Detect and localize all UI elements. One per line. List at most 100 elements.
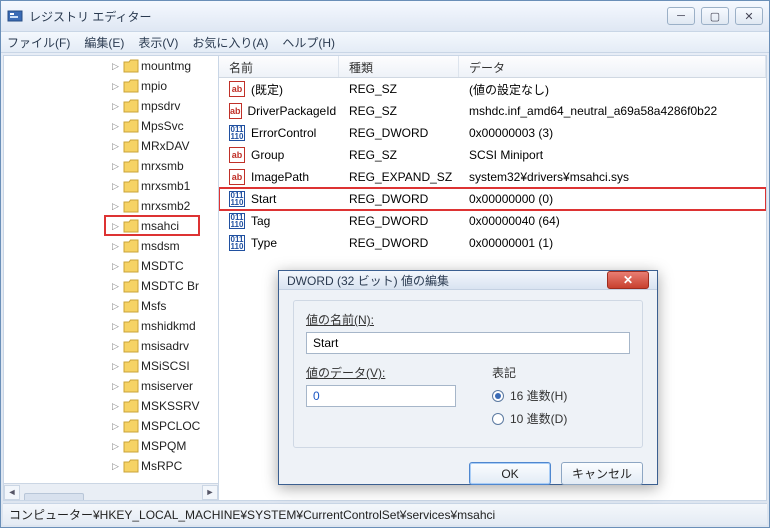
scroll-thumb[interactable] bbox=[24, 493, 84, 500]
tree-item[interactable]: ▷MRxDAV bbox=[4, 136, 218, 156]
expand-icon[interactable]: ▷ bbox=[110, 441, 121, 452]
value-data: SCSI Miniport bbox=[459, 148, 766, 162]
string-value-icon: ab bbox=[229, 103, 242, 119]
list-row[interactable]: 011110TypeREG_DWORD0x00000001 (1) bbox=[219, 232, 766, 254]
menu-help[interactable]: ヘルプ(H) bbox=[282, 34, 335, 51]
expand-icon[interactable]: ▷ bbox=[110, 381, 121, 392]
folder-icon bbox=[123, 419, 139, 433]
expand-icon[interactable]: ▷ bbox=[110, 221, 121, 232]
expand-icon[interactable]: ▷ bbox=[110, 321, 121, 332]
value-name: Type bbox=[251, 236, 277, 250]
menu-edit[interactable]: 編集(E) bbox=[84, 34, 124, 51]
radix-dec-label: 10 進数(D) bbox=[510, 410, 567, 427]
menu-file[interactable]: ファイル(F) bbox=[7, 34, 70, 51]
expand-icon[interactable]: ▷ bbox=[110, 461, 121, 472]
expand-icon[interactable]: ▷ bbox=[110, 101, 121, 112]
value-data-label: 値のデータ(V): bbox=[306, 364, 456, 381]
radix-hex-label: 16 進数(H) bbox=[510, 387, 567, 404]
folder-icon bbox=[123, 259, 139, 273]
tree-item[interactable]: ▷mrxsmb2 bbox=[4, 196, 218, 216]
value-data: 0x00000040 (64) bbox=[459, 214, 766, 228]
expand-icon[interactable]: ▷ bbox=[110, 81, 121, 92]
expand-icon[interactable]: ▷ bbox=[110, 201, 121, 212]
maximize-button[interactable]: ▢ bbox=[701, 7, 729, 25]
expand-icon[interactable]: ▷ bbox=[110, 401, 121, 412]
expand-icon[interactable]: ▷ bbox=[110, 361, 121, 372]
col-header-data[interactable]: データ bbox=[459, 56, 766, 77]
expand-icon[interactable]: ▷ bbox=[110, 121, 121, 132]
menu-favorites[interactable]: お気に入り(A) bbox=[192, 34, 268, 51]
scroll-left-button[interactable]: ◄ bbox=[4, 485, 20, 500]
dialog-group: 値の名前(N): 値のデータ(V): 表記 16 進数(H) bbox=[293, 300, 643, 448]
tree-item[interactable]: ▷ MSiSCSI bbox=[4, 356, 218, 376]
expand-icon[interactable]: ▷ bbox=[110, 181, 121, 192]
list-row[interactable]: abDriverPackageIdREG_SZmshdc.inf_amd64_n… bbox=[219, 100, 766, 122]
tree-h-scrollbar[interactable]: ◄ ► bbox=[4, 483, 218, 500]
radix-hex-option[interactable]: 16 進数(H) bbox=[492, 387, 630, 404]
minimize-button[interactable]: ─ bbox=[667, 7, 695, 25]
tree-item[interactable]: ▷ MSDTC bbox=[4, 256, 218, 276]
expand-icon[interactable]: ▷ bbox=[110, 241, 121, 252]
tree-item-label: MSPQM bbox=[141, 439, 186, 453]
value-data-input[interactable] bbox=[306, 385, 456, 407]
ok-button[interactable]: OK bbox=[469, 462, 551, 485]
list-row[interactable]: 011110StartREG_DWORD0x00000000 (0) bbox=[219, 188, 766, 210]
menu-view[interactable]: 表示(V) bbox=[138, 34, 178, 51]
expand-icon[interactable]: ▷ bbox=[110, 301, 121, 312]
tree-item[interactable]: ▷mshidkmd bbox=[4, 316, 218, 336]
tree-item[interactable]: ▷ Msfs bbox=[4, 296, 218, 316]
value-name: Start bbox=[251, 192, 276, 206]
tree-item[interactable]: ▷mpio bbox=[4, 76, 218, 96]
tree-item[interactable]: ▷mrxsmb bbox=[4, 156, 218, 176]
value-name: (既定) bbox=[251, 81, 283, 98]
value-type: REG_SZ bbox=[339, 148, 459, 162]
value-type: REG_SZ bbox=[339, 104, 459, 118]
expand-icon[interactable]: ▷ bbox=[110, 61, 121, 72]
list-row[interactable]: abImagePathREG_EXPAND_SZsystem32¥drivers… bbox=[219, 166, 766, 188]
list-row[interactable]: 011110ErrorControlREG_DWORD0x00000003 (3… bbox=[219, 122, 766, 144]
tree-item[interactable]: ▷MsRPC bbox=[4, 456, 218, 476]
folder-icon bbox=[123, 179, 139, 193]
expand-icon[interactable]: ▷ bbox=[110, 161, 121, 172]
radio-hex-icon bbox=[492, 390, 504, 402]
tree-item[interactable]: ▷MpsSvc bbox=[4, 116, 218, 136]
value-data: system32¥drivers¥msahci.sys bbox=[459, 170, 766, 184]
tree-item[interactable]: ▷mrxsmb1 bbox=[4, 176, 218, 196]
tree-item-label: MSDTC bbox=[141, 259, 184, 273]
value-name-input[interactable] bbox=[306, 332, 630, 354]
folder-icon bbox=[123, 199, 139, 213]
expand-icon[interactable]: ▷ bbox=[110, 421, 121, 432]
radix-dec-option[interactable]: 10 進数(D) bbox=[492, 410, 630, 427]
cancel-button[interactable]: キャンセル bbox=[561, 462, 643, 485]
value-name: ImagePath bbox=[251, 170, 309, 184]
scroll-right-button[interactable]: ► bbox=[202, 485, 218, 500]
col-header-type[interactable]: 種類 bbox=[339, 56, 459, 77]
registry-editor-window: レジストリ エディター ─ ▢ ✕ ファイル(F) 編集(E) 表示(V) お気… bbox=[0, 0, 770, 528]
dialog-close-button[interactable]: ✕ bbox=[607, 271, 649, 289]
expand-icon[interactable]: ▷ bbox=[110, 141, 121, 152]
list-row[interactable]: 011110TagREG_DWORD0x00000040 (64) bbox=[219, 210, 766, 232]
tree-item-label: msahci bbox=[141, 219, 179, 233]
value-data: (値の設定なし) bbox=[459, 81, 766, 98]
tree-item[interactable]: ▷MSPCLOC bbox=[4, 416, 218, 436]
tree[interactable]: ▷mountmg▷mpio▷mpsdrv▷MpsSvc▷MRxDAV▷mrxsm… bbox=[4, 56, 218, 482]
tree-item[interactable]: ▷msisadrv bbox=[4, 336, 218, 356]
list-row[interactable]: ab(既定)REG_SZ(値の設定なし) bbox=[219, 78, 766, 100]
tree-item[interactable]: ▷mountmg bbox=[4, 56, 218, 76]
tree-item[interactable]: ▷msdsm bbox=[4, 236, 218, 256]
tree-item-label: MSiSCSI bbox=[141, 359, 190, 373]
list-row[interactable]: abGroupREG_SZSCSI Miniport bbox=[219, 144, 766, 166]
expand-icon[interactable]: ▷ bbox=[110, 281, 121, 292]
tree-item[interactable]: ▷msiserver bbox=[4, 376, 218, 396]
tree-item-label: Msfs bbox=[141, 299, 166, 313]
tree-item[interactable]: ▷mpsdrv bbox=[4, 96, 218, 116]
tree-item[interactable]: ▷MSKSSRV bbox=[4, 396, 218, 416]
tree-item[interactable]: ▷ msahci bbox=[4, 216, 218, 236]
expand-icon[interactable]: ▷ bbox=[110, 261, 121, 272]
tree-item[interactable]: ▷ MSPQM bbox=[4, 436, 218, 456]
col-header-name[interactable]: 名前 bbox=[219, 56, 339, 77]
expand-icon[interactable]: ▷ bbox=[110, 341, 121, 352]
tree-item[interactable]: ▷MSDTC Br bbox=[4, 276, 218, 296]
folder-icon bbox=[123, 119, 139, 133]
close-button[interactable]: ✕ bbox=[735, 7, 763, 25]
